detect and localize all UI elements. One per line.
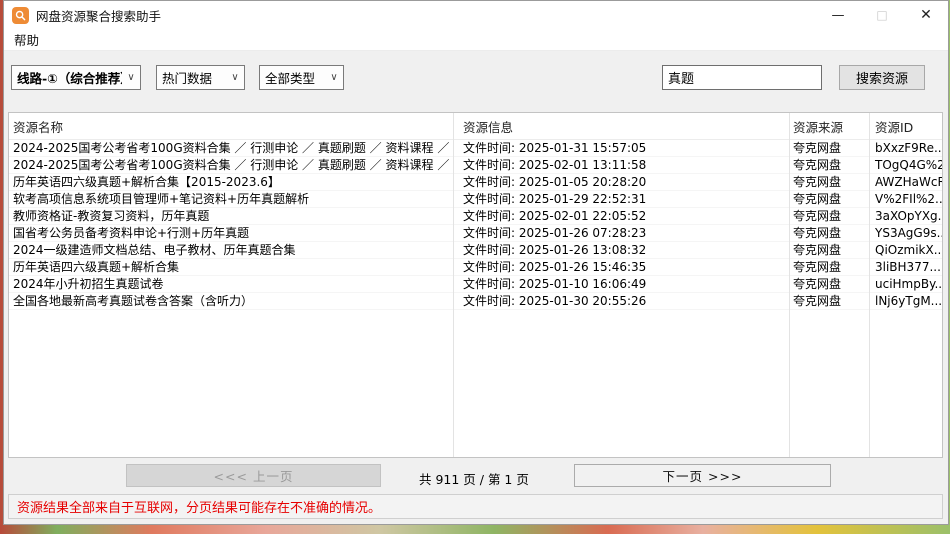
table-row[interactable]: 2024一级建造师文档总结、电子教材、历年真题合集 文件时间: 2025-01-… <box>9 242 942 259</box>
close-button[interactable]: ✕ <box>904 1 948 29</box>
header-resource-name: 资源名称 <box>9 117 453 136</box>
route-select[interactable]: 线路-①（综合推荐） ∨ <box>11 65 141 90</box>
table-row[interactable]: 历年英语四六级真题+解析合集【2015-2023.6】 文件时间: 2025-0… <box>9 174 942 191</box>
resource-source-cell: 夸克网盘 <box>789 225 869 241</box>
resource-id-cell: YS3AgG9s... <box>869 225 942 241</box>
resource-id-cell: 3liBH377... <box>869 259 942 275</box>
resource-name-cell: 教师资格证-教资复习资料，历年真题 <box>9 208 453 224</box>
resource-id-cell: AWZHaWcR... <box>869 174 942 190</box>
column-divider <box>789 113 790 457</box>
table-row[interactable]: 教师资格证-教资复习资料，历年真题 文件时间: 2025-02-01 22:05… <box>9 208 942 225</box>
resource-id-cell: uciHmpBy... <box>869 276 942 292</box>
menu-bar: 帮助 <box>4 29 948 51</box>
window-controls: — □ ✕ <box>816 1 948 29</box>
status-bar: 资源结果全部来自于互联网，分页结果可能存在不准确的情况。 <box>8 494 943 519</box>
resource-info-cell: 文件时间: 2025-01-10 16:06:49 <box>453 276 789 292</box>
page-summary: 共 911 页 / 第 1 页 <box>419 469 529 488</box>
resource-name-cell: 2024-2025国考公考省考100G资料合集 ／ 行测申论 ／ 真题刷题 ／ … <box>9 140 453 156</box>
app-logo-icon <box>12 7 29 24</box>
header-resource-id: 资源ID <box>869 117 942 136</box>
resource-info-cell: 文件时间: 2025-01-26 15:46:35 <box>453 259 789 275</box>
resource-source-cell: 夸克网盘 <box>789 157 869 173</box>
app-window: 网盘资源聚合搜索助手 — □ ✕ 帮助 线路-①（综合推荐） ∨ 热门数据 ∨ … <box>3 0 949 525</box>
pagination-bar: <<< 上一页 共 911 页 / 第 1 页 下一页 >>> <box>4 458 948 494</box>
header-resource-source: 资源来源 <box>789 117 869 136</box>
route-select-value: 线路-①（综合推荐） <box>12 68 122 87</box>
data-source-select[interactable]: 热门数据 ∨ <box>156 65 245 90</box>
resource-id-cell: bXxzF9Re... <box>869 140 942 156</box>
resource-source-cell: 夸克网盘 <box>789 293 869 309</box>
type-select[interactable]: 全部类型 ∨ <box>259 65 344 90</box>
chevron-down-icon: ∨ <box>226 72 244 83</box>
table-row[interactable]: 2024-2025国考公考省考100G资料合集 ／ 行测申论 ／ 真题刷题 ／ … <box>9 140 942 157</box>
resource-info-cell: 文件时间: 2025-01-26 13:08:32 <box>453 242 789 258</box>
resource-name-cell: 2024一级建造师文档总结、电子教材、历年真题合集 <box>9 242 453 258</box>
next-page-button[interactable]: 下一页 >>> <box>574 464 831 487</box>
table-row[interactable]: 软考高项信息系统项目管理师+笔记资料+历年真题解析 文件时间: 2025-01-… <box>9 191 942 208</box>
resource-name-cell: 2024-2025国考公考省考100G资料合集 ／ 行测申论 ／ 真题刷题 ／ … <box>9 157 453 173</box>
resource-source-cell: 夸克网盘 <box>789 259 869 275</box>
resource-id-cell: V%2FIl%2... <box>869 191 942 207</box>
resource-info-cell: 文件时间: 2025-02-01 13:11:58 <box>453 157 789 173</box>
table-row[interactable]: 2024年小升初招生真题试卷 文件时间: 2025-01-10 16:06:49… <box>9 276 942 293</box>
column-divider <box>453 113 454 457</box>
table-row[interactable]: 历年英语四六级真题+解析合集 文件时间: 2025-01-26 15:46:35… <box>9 259 942 276</box>
resource-name-cell: 历年英语四六级真题+解析合集 <box>9 259 453 275</box>
search-button[interactable]: 搜索资源 <box>839 65 925 90</box>
resource-name-cell: 2024年小升初招生真题试卷 <box>9 276 453 292</box>
header-resource-info: 资源信息 <box>453 117 789 136</box>
table-row[interactable]: 2024-2025国考公考省考100G资料合集 ／ 行测申论 ／ 真题刷题 ／ … <box>9 157 942 174</box>
resource-id-cell: TOgQ4G%2... <box>869 157 942 173</box>
resource-source-cell: 夸克网盘 <box>789 242 869 258</box>
table-row[interactable]: 全国各地最新高考真题试卷含答案（含听力） 文件时间: 2025-01-30 20… <box>9 293 942 310</box>
data-source-select-value: 热门数据 <box>157 68 226 87</box>
menu-help[interactable]: 帮助 <box>7 30 46 49</box>
resource-info-cell: 文件时间: 2025-01-31 15:57:05 <box>453 140 789 156</box>
resource-id-cell: 3aXOpYXg... <box>869 208 942 224</box>
resource-name-cell: 软考高项信息系统项目管理师+笔记资料+历年真题解析 <box>9 191 453 207</box>
resource-info-cell: 文件时间: 2025-01-05 20:28:20 <box>453 174 789 190</box>
prev-page-button[interactable]: <<< 上一页 <box>126 464 381 487</box>
resource-source-cell: 夸克网盘 <box>789 276 869 292</box>
resource-source-cell: 夸克网盘 <box>789 174 869 190</box>
resource-info-cell: 文件时间: 2025-01-30 20:55:26 <box>453 293 789 309</box>
table-header: 资源名称 资源信息 资源来源 资源ID <box>9 113 942 140</box>
minimize-button[interactable]: — <box>816 1 860 29</box>
resource-info-cell: 文件时间: 2025-01-29 22:52:31 <box>453 191 789 207</box>
window-title: 网盘资源聚合搜索助手 <box>36 6 161 25</box>
search-input[interactable] <box>662 65 822 90</box>
status-notice: 资源结果全部来自于互联网，分页结果可能存在不准确的情况。 <box>9 497 381 516</box>
resource-name-cell: 历年英语四六级真题+解析合集【2015-2023.6】 <box>9 174 453 190</box>
toolbar: 线路-①（综合推荐） ∨ 热门数据 ∨ 全部类型 ∨ 搜索资源 <box>4 51 948 108</box>
resource-id-cell: lNj6yTgM... <box>869 293 942 309</box>
table-row[interactable]: 国省考公务员备考资料申论+行测+历年真题 文件时间: 2025-01-26 07… <box>9 225 942 242</box>
chevron-down-icon: ∨ <box>325 72 343 83</box>
column-divider <box>869 113 870 457</box>
resource-name-cell: 全国各地最新高考真题试卷含答案（含听力） <box>9 293 453 309</box>
resource-id-cell: QiOzmikX... <box>869 242 942 258</box>
title-bar: 网盘资源聚合搜索助手 — □ ✕ <box>4 1 948 29</box>
resource-info-cell: 文件时间: 2025-01-26 07:28:23 <box>453 225 789 241</box>
resource-source-cell: 夸克网盘 <box>789 208 869 224</box>
resource-info-cell: 文件时间: 2025-02-01 22:05:52 <box>453 208 789 224</box>
resource-name-cell: 国省考公务员备考资料申论+行测+历年真题 <box>9 225 453 241</box>
type-select-value: 全部类型 <box>260 68 325 87</box>
table-body: 2024-2025国考公考省考100G资料合集 ／ 行测申论 ／ 真题刷题 ／ … <box>9 140 942 310</box>
resource-source-cell: 夸克网盘 <box>789 191 869 207</box>
maximize-button[interactable]: □ <box>860 1 904 29</box>
results-table: 资源名称 资源信息 资源来源 资源ID 2024-2025国考公考省考100G资… <box>8 112 943 458</box>
chevron-down-icon: ∨ <box>122 72 140 83</box>
resource-source-cell: 夸克网盘 <box>789 140 869 156</box>
